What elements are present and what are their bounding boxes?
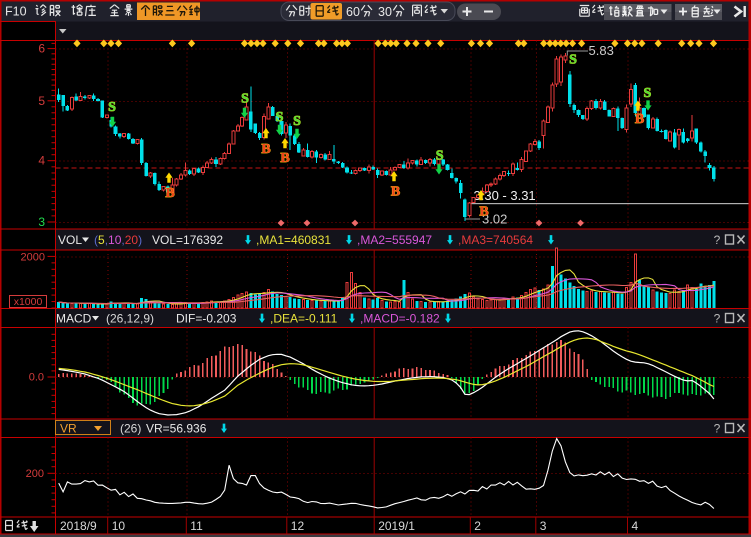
svg-text:DIF=-0.203: DIF=-0.203 — [176, 312, 237, 326]
svg-text:,MA2=555947: ,MA2=555947 — [357, 233, 432, 247]
svg-text:6: 6 — [38, 42, 45, 56]
svg-text:0.0: 0.0 — [29, 372, 44, 384]
svg-text:,MACD=-0.182: ,MACD=-0.182 — [360, 312, 440, 326]
svg-text:?: ? — [714, 312, 721, 326]
svg-text:3: 3 — [38, 215, 45, 229]
svg-text:B: B — [165, 186, 174, 201]
svg-text:VR=56.936: VR=56.936 — [146, 422, 207, 436]
svg-text:B: B — [280, 151, 289, 166]
svg-text:4: 4 — [38, 154, 45, 168]
svg-text:?: ? — [714, 233, 721, 247]
svg-text:S: S — [644, 86, 652, 101]
svg-text:,MA3=740564: ,MA3=740564 — [458, 233, 533, 247]
svg-text:30: 30 — [378, 5, 392, 19]
svg-text:F10: F10 — [5, 5, 27, 19]
svg-text:2: 2 — [474, 519, 481, 533]
svg-text:B: B — [391, 185, 400, 200]
svg-text:10: 10 — [112, 519, 126, 533]
svg-text:2019/1: 2019/1 — [378, 519, 415, 533]
svg-text:(5,10,20): (5,10,20) — [94, 233, 142, 247]
svg-text:(26): (26) — [120, 422, 141, 436]
svg-text:B: B — [635, 112, 644, 127]
svg-text:5.83: 5.83 — [589, 43, 614, 58]
svg-text:B: B — [261, 142, 270, 157]
svg-text:S: S — [276, 110, 284, 125]
svg-text:S: S — [241, 92, 249, 107]
svg-text:(26,12,9): (26,12,9) — [106, 312, 154, 326]
svg-text:VR: VR — [60, 422, 77, 436]
svg-text:?: ? — [714, 422, 721, 436]
svg-text:3: 3 — [540, 519, 547, 533]
svg-text:200: 200 — [26, 468, 44, 480]
svg-text:x1000: x1000 — [14, 296, 43, 308]
svg-text:S: S — [569, 52, 577, 67]
svg-text:VOL=176392: VOL=176392 — [152, 233, 223, 247]
svg-text:,MA1=460831: ,MA1=460831 — [256, 233, 331, 247]
svg-text:S: S — [436, 149, 444, 164]
svg-text:4: 4 — [632, 519, 639, 533]
svg-text:11: 11 — [190, 519, 203, 533]
svg-text:MACD: MACD — [56, 312, 92, 326]
svg-text:2018/9: 2018/9 — [60, 519, 97, 533]
svg-text:12: 12 — [291, 519, 305, 533]
svg-text:60: 60 — [346, 5, 360, 19]
svg-text:VOL: VOL — [58, 233, 82, 247]
svg-text:,DEA=-0.111: ,DEA=-0.111 — [270, 312, 338, 326]
svg-text:S: S — [108, 100, 116, 115]
svg-text:2000: 2000 — [21, 252, 45, 264]
svg-text:S: S — [293, 114, 301, 129]
svg-text:B: B — [479, 205, 488, 220]
svg-text:5: 5 — [38, 94, 45, 108]
